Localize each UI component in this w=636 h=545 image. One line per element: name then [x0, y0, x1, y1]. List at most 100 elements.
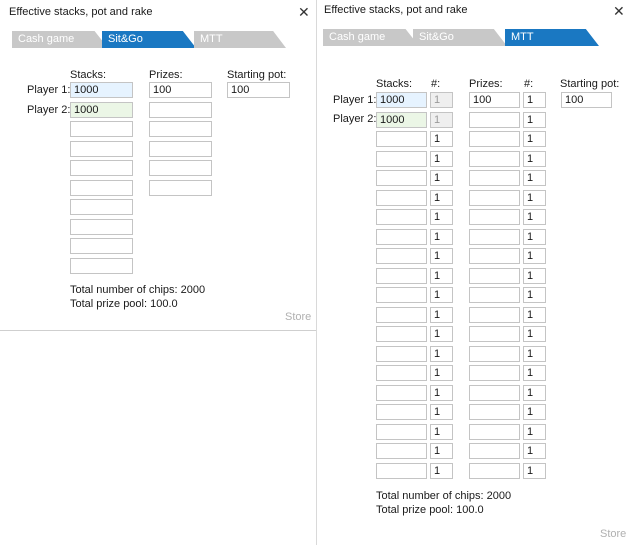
prize-input[interactable] [469, 189, 520, 206]
prize-count-input[interactable]: 1 [523, 443, 546, 459]
stack-input[interactable] [376, 267, 427, 284]
prize-input[interactable] [469, 443, 520, 459]
stack-count-input[interactable]: 1 [430, 384, 453, 401]
stack-count-input[interactable]: 1 [430, 92, 453, 108]
stack-input[interactable] [376, 170, 427, 186]
prize-count-input[interactable]: 1 [523, 267, 546, 284]
stack-input[interactable] [376, 365, 427, 381]
prize-count-input[interactable]: 1 [523, 150, 546, 167]
stack-input[interactable] [376, 423, 427, 440]
prize-count-input[interactable]: 1 [523, 384, 546, 401]
stack-input[interactable] [376, 345, 427, 362]
prize-count-input[interactable]: 1 [523, 287, 546, 303]
stack-count-input[interactable]: 1 [430, 423, 453, 440]
stack-count-input[interactable]: 1 [430, 462, 453, 479]
stack-count-input[interactable]: 1 [430, 228, 453, 245]
stack-input[interactable] [376, 209, 427, 225]
tab-sitgo[interactable]: Sit&Go [413, 29, 507, 46]
stack-count-input[interactable]: 1 [430, 209, 453, 225]
prize-count-input[interactable]: 1 [523, 423, 546, 440]
prize-count-input[interactable]: 1 [523, 209, 546, 225]
prize-input[interactable] [469, 131, 520, 147]
stack-count-input[interactable]: 1 [430, 111, 453, 128]
stack-input[interactable] [376, 189, 427, 206]
prize-input[interactable] [469, 111, 520, 128]
prize-input[interactable] [469, 365, 520, 381]
tab-cash-game[interactable]: Cash game [323, 29, 419, 46]
stack-input[interactable] [376, 326, 427, 342]
stack-count-input[interactable]: 1 [430, 170, 453, 186]
prize-input[interactable] [149, 179, 212, 196]
stack-input[interactable] [70, 179, 133, 196]
prize-input[interactable] [149, 121, 212, 137]
prize-count-input[interactable]: 1 [523, 228, 546, 245]
prize-input[interactable] [469, 306, 520, 323]
stack-count-input[interactable]: 1 [430, 248, 453, 264]
prize-input[interactable] [149, 140, 212, 157]
stack-input[interactable] [376, 150, 427, 167]
stack-count-input[interactable]: 1 [430, 150, 453, 167]
close-icon[interactable]: ✕ [613, 4, 625, 18]
stack-count-input[interactable]: 1 [430, 365, 453, 381]
stack-input[interactable] [70, 140, 133, 157]
tab-sitgo[interactable]: Sit&Go [102, 31, 196, 48]
prize-input[interactable] [469, 209, 520, 225]
prize-input[interactable] [469, 150, 520, 167]
stack-count-input[interactable]: 1 [430, 443, 453, 459]
prize-input[interactable] [149, 101, 212, 118]
stack-input[interactable]: 1000 [376, 92, 427, 108]
stack-input[interactable] [70, 238, 133, 254]
stack-input[interactable] [70, 121, 133, 137]
stack-input[interactable]: 1000 [376, 111, 427, 128]
stack-count-input[interactable]: 1 [430, 287, 453, 303]
prize-count-input[interactable]: 1 [523, 248, 546, 264]
prize-count-input[interactable]: 1 [523, 170, 546, 186]
prize-count-input[interactable]: 1 [523, 345, 546, 362]
stack-input[interactable] [376, 306, 427, 323]
prize-count-input[interactable]: 1 [523, 365, 546, 381]
stack-count-input[interactable]: 1 [430, 306, 453, 323]
stack-input[interactable] [70, 218, 133, 235]
store-button[interactable]: Store [285, 311, 311, 323]
prize-count-input[interactable]: 1 [523, 326, 546, 342]
stack-input[interactable] [376, 228, 427, 245]
stack-count-input[interactable]: 1 [430, 345, 453, 362]
stack-input[interactable] [70, 160, 133, 176]
stack-count-input[interactable]: 1 [430, 189, 453, 206]
stack-input[interactable] [376, 287, 427, 303]
prize-count-input[interactable]: 1 [523, 404, 546, 420]
prize-input[interactable] [469, 384, 520, 401]
prize-input[interactable]: 100 [469, 92, 520, 108]
stack-input[interactable] [376, 404, 427, 420]
prize-count-input[interactable]: 1 [523, 306, 546, 323]
prize-input[interactable] [149, 160, 212, 176]
prize-input[interactable] [469, 287, 520, 303]
prize-count-input[interactable]: 1 [523, 131, 546, 147]
prize-input[interactable]: 100 [149, 82, 212, 98]
starting-pot-input[interactable]: 100 [561, 92, 612, 108]
prize-input[interactable] [469, 462, 520, 479]
prize-input[interactable] [469, 170, 520, 186]
tab-cash-game[interactable]: Cash game [12, 31, 108, 48]
prize-count-input[interactable]: 1 [523, 462, 546, 479]
store-button[interactable]: Store [600, 528, 626, 540]
stack-input[interactable] [376, 131, 427, 147]
stack-input[interactable] [376, 248, 427, 264]
stack-input[interactable] [376, 384, 427, 401]
prize-count-input[interactable]: 1 [523, 111, 546, 128]
stack-count-input[interactable]: 1 [430, 131, 453, 147]
close-icon[interactable]: ✕ [298, 5, 310, 19]
prize-input[interactable] [469, 423, 520, 440]
tab-mtt[interactable]: MTT [505, 29, 599, 46]
prize-count-input[interactable]: 1 [523, 189, 546, 206]
stack-count-input[interactable]: 1 [430, 267, 453, 284]
stack-count-input[interactable]: 1 [430, 326, 453, 342]
stack-input[interactable]: 1000 [70, 82, 133, 98]
prize-input[interactable] [469, 267, 520, 284]
prize-input[interactable] [469, 404, 520, 420]
starting-pot-input[interactable]: 100 [227, 82, 290, 98]
stack-count-input[interactable]: 1 [430, 404, 453, 420]
prize-input[interactable] [469, 345, 520, 362]
prize-input[interactable] [469, 228, 520, 245]
tab-mtt[interactable]: MTT [194, 31, 286, 48]
